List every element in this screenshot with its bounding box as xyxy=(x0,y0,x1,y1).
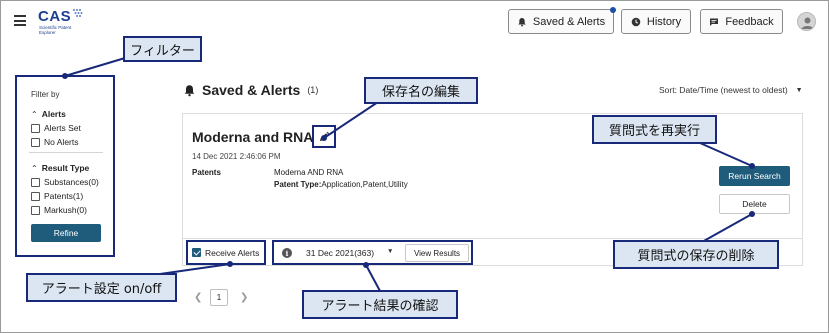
checkbox[interactable] xyxy=(31,123,40,133)
filter-substances[interactable]: Substances(0) xyxy=(31,177,99,187)
result-type-section-title[interactable]: ⌃ Result Type xyxy=(31,163,89,173)
alerts-title-text: Alerts xyxy=(41,109,66,119)
saved-alerts-button[interactable]: Saved & Alerts xyxy=(508,7,616,34)
filter-alerts-set[interactable]: Alerts Set xyxy=(31,123,81,133)
result-type-title-text: Result Type xyxy=(41,163,90,173)
alerts-section-title[interactable]: ⌃ Alerts xyxy=(31,109,66,119)
checkbox-label: Substances(0) xyxy=(44,177,99,187)
logo-subtitle: Scientific Patent Explorer xyxy=(39,25,72,35)
chevron-up-icon: ⌃ xyxy=(31,164,38,173)
chevron-up-icon: ⌃ xyxy=(31,110,38,119)
saved-date: 14 Dec 2021 2:46:06 PM xyxy=(192,152,281,161)
patent-type-label: Patent Type: xyxy=(274,180,322,189)
logo-dots-icon xyxy=(73,9,83,17)
callout-confirm-results: アラート結果の確認 xyxy=(302,290,458,319)
checkbox-checked[interactable] xyxy=(192,248,201,257)
sort-dropdown[interactable]: Sort: Date/Time (newest to oldest) ▼ xyxy=(659,85,803,95)
edit-name-button[interactable] xyxy=(312,125,336,148)
clock-icon xyxy=(631,17,641,26)
logo-text: CAS xyxy=(38,8,72,25)
saved-search-name: Moderna and RNA xyxy=(192,129,314,145)
notification-dot xyxy=(610,7,616,13)
filter-patents[interactable]: Patents(1) xyxy=(31,191,83,201)
callout-rerun: 質問式を再実行 xyxy=(592,115,717,144)
divider xyxy=(183,238,802,239)
hamburger-menu-icon[interactable] xyxy=(14,15,26,26)
bell-icon xyxy=(518,17,526,26)
callout-edit-name: 保存名の編集 xyxy=(364,77,478,104)
user-avatar[interactable] xyxy=(797,12,816,31)
page-title: Saved & Alerts (1) xyxy=(183,82,318,98)
cas-logo[interactable]: CAS Scientific Patent Explorer xyxy=(38,8,98,40)
receive-alerts-label: Receive Alerts xyxy=(205,247,260,258)
filter-sidebar: Filter by ⌃ Alerts Alerts Set No Alerts ⌃… xyxy=(15,75,115,257)
history-button[interactable]: History xyxy=(621,9,691,34)
chevron-left-icon[interactable]: ❮ xyxy=(194,292,202,303)
query-text: Moderna AND RNA xyxy=(274,168,344,177)
result-date-select[interactable]: 31 Dec 2021(363) xyxy=(306,248,374,258)
bell-icon xyxy=(184,84,195,96)
history-label: History xyxy=(646,15,682,28)
rerun-search-button[interactable]: Rerun Search xyxy=(719,166,790,186)
callout-delete: 質問式の保存の削除 xyxy=(613,240,779,269)
feedback-button[interactable]: Feedback xyxy=(700,9,783,34)
checkbox-label: Markush(0) xyxy=(44,205,87,215)
callout-alert-setting: アラート設定 on/off xyxy=(26,273,177,302)
info-icon[interactable]: i xyxy=(282,248,292,258)
feedback-label: Feedback xyxy=(725,15,774,28)
filter-no-alerts[interactable]: No Alerts xyxy=(31,137,79,147)
filter-by-label: Filter by xyxy=(31,90,60,99)
filter-markush[interactable]: Markush(0) xyxy=(31,205,87,215)
checkbox[interactable] xyxy=(31,177,40,187)
checkbox-label: Patents(1) xyxy=(44,191,84,201)
callout-filter: フィルター xyxy=(123,36,202,62)
receive-alerts-toggle[interactable]: Receive Alerts xyxy=(186,240,266,265)
saved-alerts-label: Saved & Alerts xyxy=(532,15,606,28)
pencil-icon xyxy=(320,131,330,141)
delete-button[interactable]: Delete xyxy=(719,194,790,214)
caret-down-icon[interactable]: ▼ xyxy=(387,248,393,255)
checkbox[interactable] xyxy=(31,137,40,147)
page-number[interactable]: 1 xyxy=(210,289,228,306)
chevron-right-icon[interactable]: ❯ xyxy=(240,292,248,303)
refine-button[interactable]: Refine xyxy=(31,224,101,242)
page-title-text: Saved & Alerts xyxy=(202,82,301,98)
caret-down-icon: ▼ xyxy=(795,86,803,94)
alert-results-group: i 31 Dec 2021(363) ▼ View Results xyxy=(272,240,473,265)
checkbox[interactable] xyxy=(31,205,40,215)
result-count: (1) xyxy=(307,85,319,95)
feedback-icon xyxy=(710,18,719,26)
checkbox-label: No Alerts xyxy=(44,137,79,147)
view-results-button[interactable]: View Results xyxy=(405,244,469,262)
row-label-patents: Patents xyxy=(192,168,221,177)
patent-type: Patent Type:Application,Patent,Utility xyxy=(274,180,408,189)
checkbox-label: Alerts Set xyxy=(44,123,81,133)
checkbox[interactable] xyxy=(31,191,40,201)
sort-label: Sort: Date/Time (newest to oldest) xyxy=(659,85,788,95)
patent-type-value: Application,Patent,Utility xyxy=(321,180,408,189)
divider xyxy=(29,152,103,153)
